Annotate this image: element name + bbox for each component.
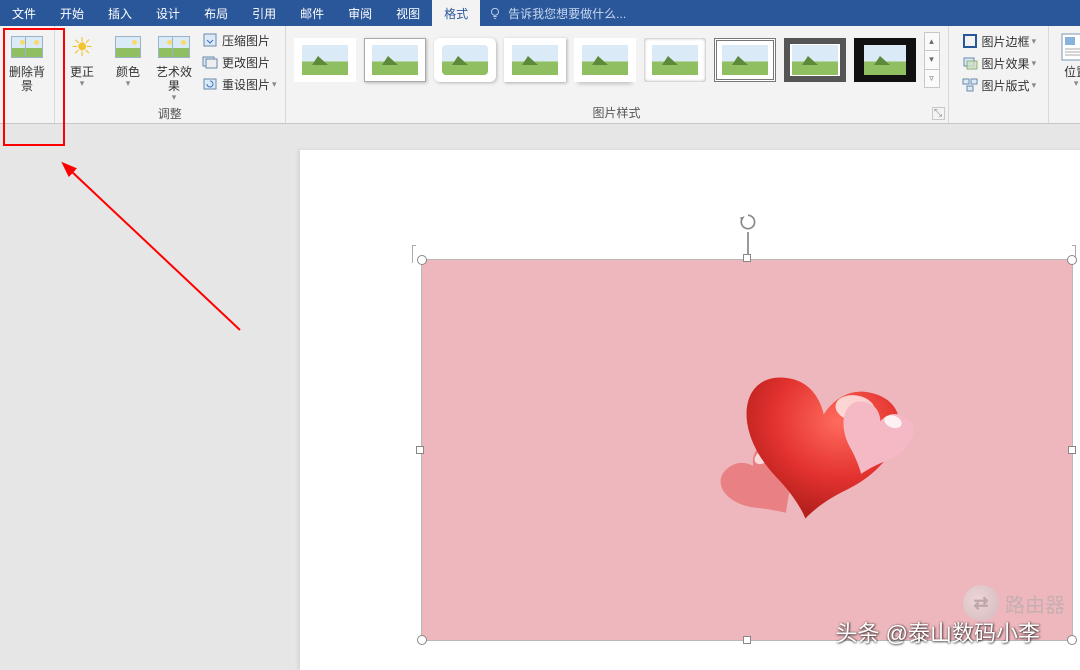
corrections-button[interactable]: ☀ 更正 ▾: [59, 28, 105, 89]
chevron-down-icon: ▾: [1074, 79, 1079, 87]
resize-handle[interactable]: [417, 635, 427, 645]
ribbon: 删除背景 ☀ 更正 ▾ 颜色 ▾ 艺术效果 ▾: [0, 26, 1080, 124]
group-label-adjust: 调整: [59, 103, 281, 124]
position-button[interactable]: 位置 ▾: [1053, 28, 1080, 89]
scroll-up-icon[interactable]: ▴: [925, 33, 939, 51]
selected-picture[interactable]: [422, 260, 1072, 640]
remove-background-icon: [10, 30, 44, 64]
annotation-arrow: [40, 130, 260, 350]
chevron-down-icon: ▾: [1032, 58, 1037, 69]
tab-layout[interactable]: 布局: [192, 0, 240, 26]
style-thumb[interactable]: [854, 38, 916, 82]
style-thumb[interactable]: [644, 38, 706, 82]
chevron-down-icon: ▾: [1032, 36, 1037, 47]
tab-format[interactable]: 格式: [432, 0, 480, 26]
picture-border-button[interactable]: 图片边框 ▾: [957, 31, 1041, 51]
artistic-icon: [157, 30, 191, 64]
tab-insert[interactable]: 插入: [96, 0, 144, 26]
tab-view[interactable]: 视图: [384, 0, 432, 26]
reset-picture-button[interactable]: 重设图片 ▾: [197, 74, 281, 94]
scroll-down-icon[interactable]: ▾: [925, 51, 939, 69]
change-picture-icon: [201, 53, 219, 71]
compress-icon: [201, 31, 219, 49]
chevron-down-icon: ▾: [126, 79, 131, 87]
chevron-down-icon: ▾: [1032, 80, 1037, 91]
picture-color-icon: [111, 30, 145, 64]
style-thumb[interactable]: [294, 38, 356, 82]
color-button[interactable]: 颜色 ▾: [105, 28, 151, 89]
style-thumb[interactable]: [714, 38, 776, 82]
group-label-styles: 图片样式: [290, 102, 944, 123]
tab-review[interactable]: 审阅: [336, 0, 384, 26]
watermark-caption: 头条 @泰山数码小李: [836, 616, 1040, 648]
picture-styles-gallery[interactable]: ▴ ▾ ▿: [290, 28, 944, 88]
tab-design[interactable]: 设计: [144, 0, 192, 26]
resize-handle[interactable]: [1067, 635, 1077, 645]
resize-handle[interactable]: [743, 636, 751, 644]
chevron-down-icon: ▾: [172, 93, 177, 101]
tab-references[interactable]: 引用: [240, 0, 288, 26]
dialog-launcher[interactable]: ⤡: [932, 107, 945, 120]
margin-marker: [412, 245, 416, 263]
heart-graphic: [672, 350, 932, 580]
change-picture-button[interactable]: 更改图片: [197, 52, 281, 72]
layout-icon: [961, 76, 979, 94]
resize-handle[interactable]: [417, 255, 427, 265]
tab-file[interactable]: 文件: [0, 0, 48, 26]
picture-layout-button[interactable]: 图片版式 ▾: [957, 75, 1041, 95]
sun-icon: ☀: [65, 30, 99, 64]
style-thumb[interactable]: [364, 38, 426, 82]
border-icon: [961, 32, 979, 50]
tab-mailings[interactable]: 邮件: [288, 0, 336, 26]
tell-me-label: 告诉我您想要做什么...: [508, 5, 626, 22]
lightbulb-icon: [488, 6, 502, 20]
reset-picture-icon: [201, 75, 219, 93]
resize-handle[interactable]: [416, 446, 424, 454]
ribbon-tabs: 文件 开始 插入 设计 布局 引用 邮件 审阅 视图 格式 告诉我您想要做什么.…: [0, 0, 1080, 26]
style-thumb[interactable]: [574, 38, 636, 82]
style-thumb[interactable]: [504, 38, 566, 82]
remove-background-button[interactable]: 删除背景: [4, 28, 50, 95]
resize-handle[interactable]: [1068, 446, 1076, 454]
position-icon: [1059, 30, 1080, 64]
tab-home[interactable]: 开始: [48, 0, 96, 26]
rotate-handle[interactable]: [738, 212, 758, 232]
style-thumb[interactable]: [784, 38, 846, 82]
effects-icon: [961, 54, 979, 72]
chevron-down-icon: ▾: [272, 79, 277, 90]
gallery-more-button[interactable]: ▴ ▾ ▿: [924, 32, 940, 88]
compress-pictures-button[interactable]: 压缩图片: [197, 30, 281, 50]
chevron-down-icon: ▾: [80, 79, 85, 87]
resize-handle[interactable]: [1067, 255, 1077, 265]
picture-effects-button[interactable]: 图片效果 ▾: [957, 53, 1041, 73]
artistic-effects-button[interactable]: 艺术效果 ▾: [151, 28, 197, 103]
tell-me-search[interactable]: 告诉我您想要做什么...: [480, 0, 634, 26]
style-thumb[interactable]: [434, 38, 496, 82]
resize-handle[interactable]: [743, 254, 751, 262]
expand-icon[interactable]: ▿: [925, 70, 939, 87]
